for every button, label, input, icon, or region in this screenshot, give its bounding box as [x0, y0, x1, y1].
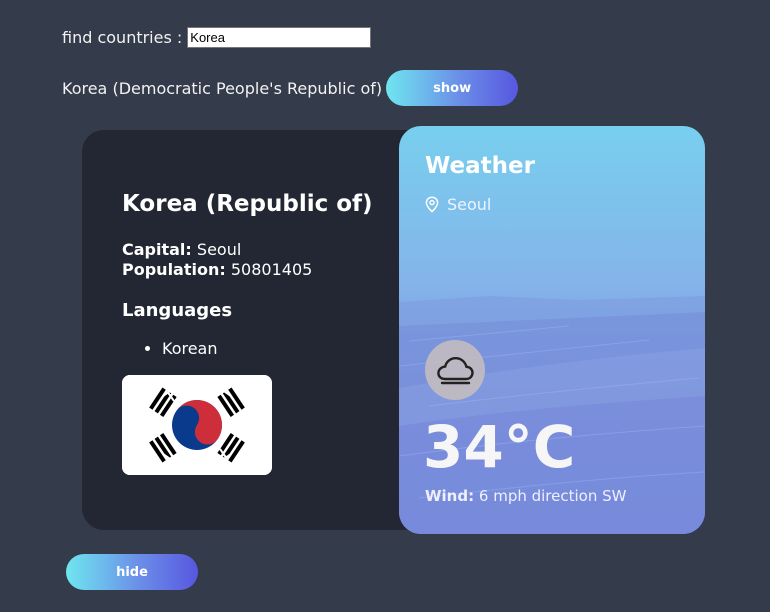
capital-line: Capital: Seoul [122, 240, 442, 260]
weather-condition [425, 340, 485, 400]
hide-button[interactable]: hide [66, 554, 198, 590]
search-input[interactable] [187, 27, 372, 48]
location-pin-icon [425, 196, 439, 213]
capital-value: Seoul [196, 240, 242, 259]
show-button[interactable]: show [386, 70, 519, 106]
result-country-name: Korea (Democratic People's Republic of) [62, 78, 383, 98]
location-name: Seoul [447, 195, 492, 214]
capital-label: Capital: [122, 240, 192, 259]
languages-list: Korean [122, 339, 442, 358]
south-korea-flag [122, 375, 272, 475]
wind-value: 6 mph direction SW [478, 487, 627, 505]
temperature: 34°C [423, 413, 576, 481]
population-value: 50801405 [230, 260, 313, 279]
weather-title: Weather [425, 153, 535, 179]
search-row: find countries : [62, 27, 372, 48]
languages-title: Languages [122, 300, 233, 321]
flag-image [122, 375, 272, 475]
wind-label: Wind: [425, 487, 475, 505]
population-line: Population: 50801405 [122, 260, 442, 280]
weather-card: Weather Seoul 34°C Wind: 6 mph direction… [399, 126, 705, 534]
wind-line: Wind: 6 mph direction SW [425, 487, 626, 505]
country-card: Korea (Republic of) Capital: Seoul Popul… [82, 130, 442, 530]
search-label: find countries : [62, 28, 183, 47]
location: Seoul [425, 195, 491, 214]
cloud-icon [437, 357, 474, 385]
country-name: Korea (Republic of) [122, 191, 373, 217]
population-label: Population: [122, 260, 226, 279]
search-result-item: Korea (Democratic People's Republic of) … [62, 70, 519, 106]
